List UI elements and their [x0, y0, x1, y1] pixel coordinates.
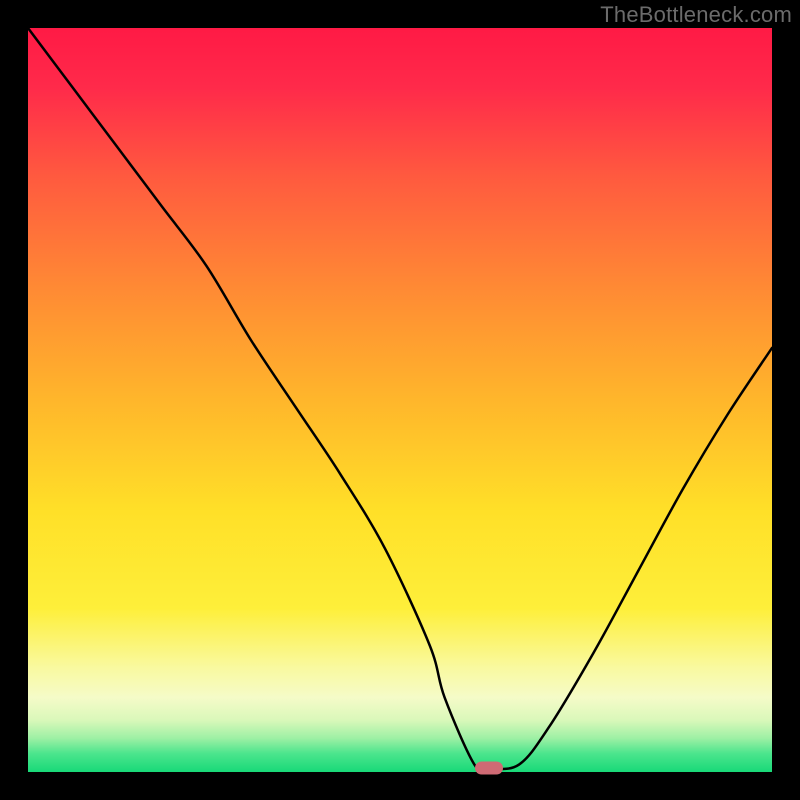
chart-frame: TheBottleneck.com	[0, 0, 800, 800]
bottleneck-curve	[28, 28, 772, 772]
plot-area	[28, 28, 772, 772]
watermark-text: TheBottleneck.com	[600, 2, 792, 28]
optimal-marker	[475, 762, 503, 775]
